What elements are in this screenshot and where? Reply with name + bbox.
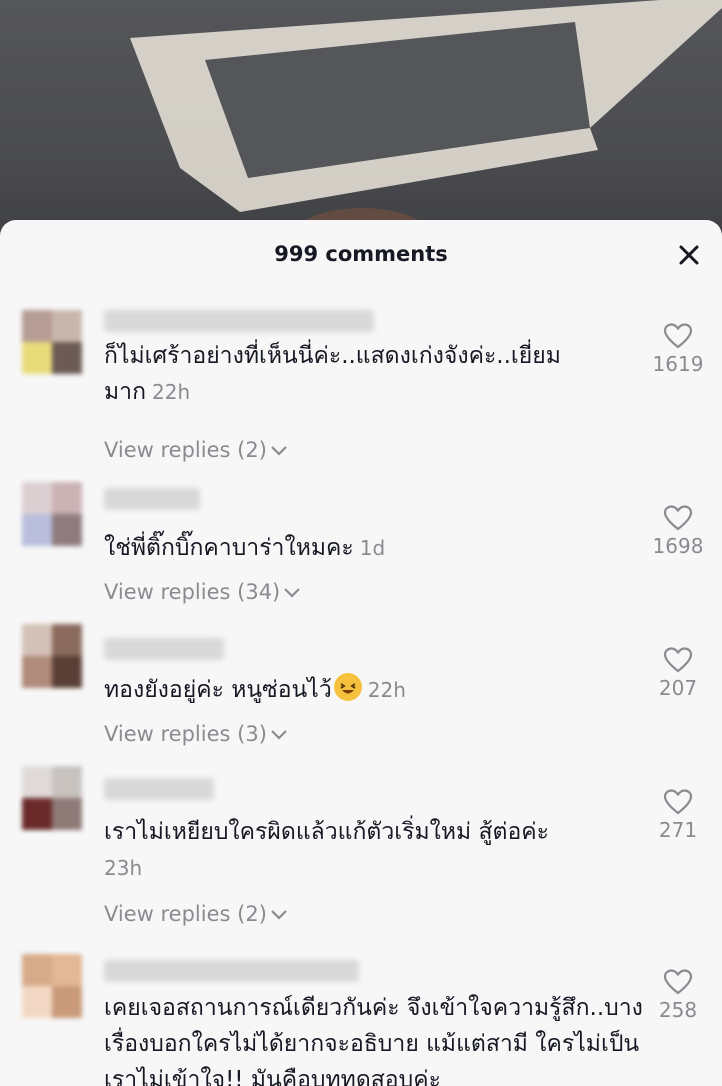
username[interactable]: [104, 960, 359, 982]
view-replies-button[interactable]: View replies (3): [104, 722, 289, 746]
heart-icon: [663, 505, 693, 531]
heart-icon: [663, 789, 693, 815]
comments-header: 999 comments: [0, 220, 722, 292]
comment-text: ทองยังอยู่ค่ะ หนูซ่อนไว้ 22h: [104, 672, 644, 708]
comments-sheet: 999 comments ก็ไม่เศร้าอย่างที่เห็นนี่ค่…: [0, 220, 722, 1086]
comment-text: ก็ไม่เศร้าอย่างที่เห็นนี่ค่ะ..แสดงเก่งจั…: [104, 343, 561, 405]
like-button[interactable]: 207: [642, 646, 714, 700]
avatar[interactable]: [22, 482, 82, 546]
like-count: 1619: [652, 352, 704, 376]
chevron-down-icon: [271, 730, 287, 740]
heart-icon: [663, 647, 693, 673]
comment-text: เราไม่เหยียบใครผิดแล้วแก้ตัวเริ่มใหม่ สู…: [104, 814, 644, 886]
close-icon[interactable]: [674, 240, 704, 270]
comment-time: 22h: [367, 678, 406, 702]
heart-icon: [663, 969, 693, 995]
comment-time: 23h: [104, 856, 143, 880]
avatar[interactable]: [22, 310, 82, 374]
comment-text: ใช่พี่ติ๊กบิ๊กคาบาร่าใหมคะ 1d: [104, 535, 386, 561]
comment-count: 999 comments: [274, 242, 448, 266]
view-replies-button[interactable]: View replies (34): [104, 580, 302, 604]
chevron-down-icon: [271, 446, 287, 456]
laughing-emoji-icon: [333, 673, 362, 701]
chevron-down-icon: [271, 910, 287, 920]
like-count: 1698: [652, 534, 704, 558]
like-button[interactable]: 271: [642, 788, 714, 842]
like-count: 271: [658, 818, 698, 842]
avatar[interactable]: [22, 954, 82, 1018]
chevron-down-icon: [284, 588, 301, 598]
like-button[interactable]: 1698: [642, 504, 714, 558]
username[interactable]: [104, 488, 200, 510]
comment-text: เคยเจอสถานการณ์เดียวกันค่ะ จึงเข้าใจความ…: [104, 995, 643, 1086]
username[interactable]: [104, 638, 224, 660]
comment-time: 22h: [152, 380, 191, 404]
like-count: 258: [658, 998, 698, 1022]
ceiling-light-frame: [130, 0, 722, 240]
video-background[interactable]: [0, 0, 722, 240]
view-replies-button[interactable]: View replies (2): [104, 902, 289, 926]
avatar[interactable]: [22, 624, 82, 688]
like-button[interactable]: 258: [642, 968, 714, 1022]
username[interactable]: [104, 778, 214, 800]
view-replies-button[interactable]: View replies (2): [104, 438, 289, 462]
like-button[interactable]: 1619: [642, 322, 714, 376]
comment-time: 1d: [359, 536, 386, 560]
like-count: 207: [658, 676, 698, 700]
heart-icon: [663, 323, 693, 349]
avatar[interactable]: [22, 766, 82, 830]
username[interactable]: [104, 310, 374, 332]
